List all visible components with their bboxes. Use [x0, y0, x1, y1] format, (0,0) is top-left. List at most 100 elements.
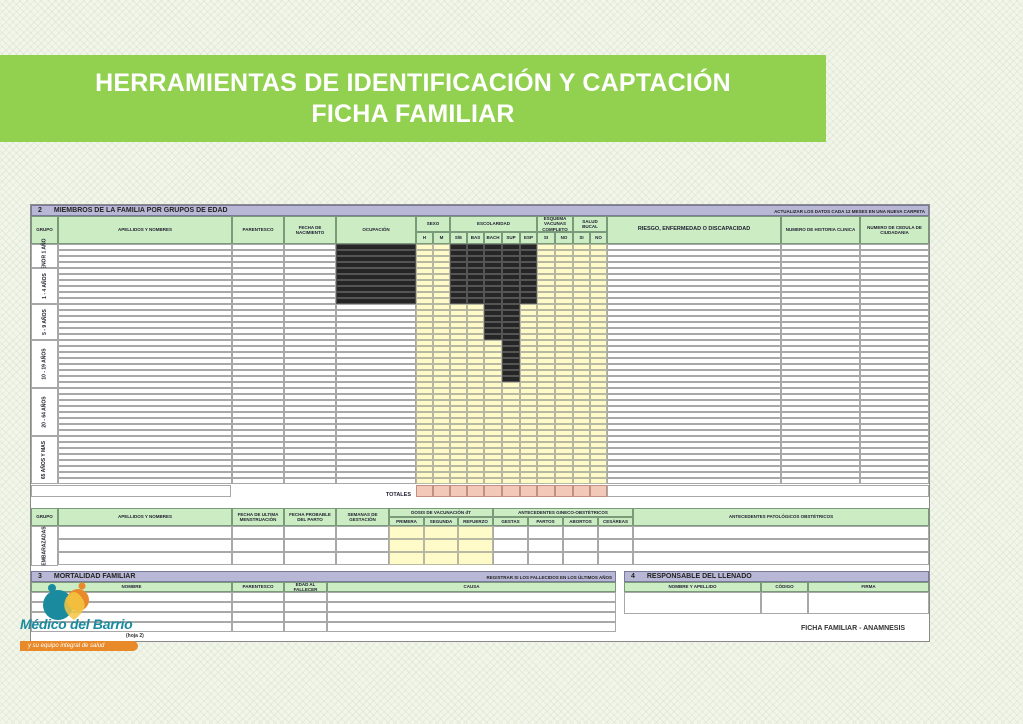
check-cell[interactable]	[450, 478, 467, 484]
subheader-10: NO	[590, 232, 607, 244]
mortalidad-cell[interactable]	[284, 592, 327, 602]
check-cell[interactable]	[502, 478, 520, 484]
emb-dosis-cell[interactable]	[424, 526, 458, 539]
emb-cell[interactable]	[232, 539, 284, 552]
emb-gineco-cell[interactable]	[598, 539, 633, 552]
mortalidad-cell[interactable]	[232, 622, 284, 632]
section-2-note: ACTUALIZAR LOS DATOS CADA 12 MESES EN UN…	[774, 209, 925, 214]
emb-cell[interactable]	[336, 526, 389, 539]
emb-gineco-cell[interactable]	[493, 526, 528, 539]
emb-dosis-cell[interactable]	[458, 526, 493, 539]
section-3-title: MORTALIDAD FAMILIAR	[53, 573, 136, 580]
emb-dosis-cell[interactable]	[389, 552, 424, 565]
emb-gineco-cell[interactable]	[598, 526, 633, 539]
emb-cell[interactable]	[336, 552, 389, 565]
header-salud-bucal: SALUD BUCAL	[573, 216, 607, 232]
emb-dosis-sub-1: SEGUNDA	[424, 517, 458, 526]
header-fecha-nacimiento: FECHA DE NACIMIENTO	[284, 216, 336, 244]
total-cell[interactable]	[520, 485, 537, 497]
member-cell[interactable]	[781, 478, 860, 484]
mortalidad-cell[interactable]	[327, 602, 616, 612]
mortalidad-cell[interactable]	[327, 612, 616, 622]
total-cell[interactable]	[502, 485, 520, 497]
member-cell[interactable]	[58, 478, 232, 484]
header-cedula: NUMERO DE CEDULA DE CIUDADANIA	[860, 216, 929, 244]
title-banner: HERRAMIENTAS DE IDENTIFICACIÓN Y CAPTACI…	[0, 55, 826, 142]
emb-dosis-cell[interactable]	[389, 539, 424, 552]
check-cell[interactable]	[573, 478, 590, 484]
emb-cell[interactable]	[58, 539, 232, 552]
check-cell[interactable]	[537, 478, 555, 484]
emb-gineco-cell[interactable]	[563, 526, 598, 539]
check-cell[interactable]	[520, 478, 537, 484]
total-cell[interactable]	[590, 485, 607, 497]
mortalidad-cell[interactable]	[232, 612, 284, 622]
emb-gineco-sub-0: GESTAS	[493, 517, 528, 526]
emb-patologicos-cell[interactable]	[633, 552, 929, 565]
emb-gineco-cell[interactable]	[563, 539, 598, 552]
s4-nombre-cell[interactable]	[624, 592, 761, 614]
section-2-number: 2	[38, 207, 42, 214]
mortalidad-cell[interactable]	[232, 592, 284, 602]
total-cell[interactable]	[484, 485, 502, 497]
total-cell[interactable]	[537, 485, 555, 497]
emb-gineco-cell[interactable]	[493, 552, 528, 565]
emb-gineco-cell[interactable]	[528, 526, 563, 539]
check-cell[interactable]	[555, 478, 573, 484]
check-cell[interactable]	[433, 478, 450, 484]
group-label-2: 5 - 9 AÑOS	[31, 304, 58, 340]
emb-patologicos-cell[interactable]	[633, 539, 929, 552]
emb-cell[interactable]	[232, 526, 284, 539]
emb-dosis-cell[interactable]	[424, 552, 458, 565]
emb-dosis-cell[interactable]	[458, 552, 493, 565]
logo-head-teal-icon	[48, 584, 56, 592]
total-cell[interactable]	[467, 485, 484, 497]
mortalidad-cell[interactable]	[327, 592, 616, 602]
emb-dosis-cell[interactable]	[458, 539, 493, 552]
emb-cell[interactable]	[336, 539, 389, 552]
total-cell[interactable]	[433, 485, 450, 497]
member-cell[interactable]	[336, 478, 416, 484]
emb-patologicos-cell[interactable]	[633, 526, 929, 539]
emb-dosis-cell[interactable]	[389, 526, 424, 539]
s4-firma-cell[interactable]	[808, 592, 929, 614]
total-cell[interactable]	[555, 485, 573, 497]
emb-gineco-cell[interactable]	[528, 552, 563, 565]
emb-cell[interactable]	[284, 539, 336, 552]
emb-gineco-cell[interactable]	[598, 552, 633, 565]
subheader-6: ESP	[520, 232, 537, 244]
emb-header-apellidos: APELLIDOS Y NOMBRES	[58, 508, 232, 526]
check-cell[interactable]	[590, 478, 607, 484]
header-parentesco: PARENTESCO	[232, 216, 284, 244]
s3-header-parentesco: PARENTESCO	[232, 582, 284, 592]
member-cell[interactable]	[284, 478, 336, 484]
emb-gineco-cell[interactable]	[493, 539, 528, 552]
emb-dosis-cell[interactable]	[424, 539, 458, 552]
emb-cell[interactable]	[58, 552, 232, 565]
emb-cell[interactable]	[284, 552, 336, 565]
emb-group-label: EMBARAZADAS	[31, 526, 58, 566]
member-cell[interactable]	[232, 478, 284, 484]
mortalidad-cell[interactable]	[284, 622, 327, 632]
member-cell[interactable]	[607, 478, 781, 484]
check-cell[interactable]	[484, 478, 502, 484]
emb-gineco-sub-1: PARTOS	[528, 517, 563, 526]
total-cell[interactable]	[416, 485, 433, 497]
mortalidad-cell[interactable]	[232, 602, 284, 612]
total-cell[interactable]	[450, 485, 467, 497]
total-cell[interactable]	[573, 485, 590, 497]
emb-gineco-cell[interactable]	[563, 552, 598, 565]
mortalidad-cell[interactable]	[327, 622, 616, 632]
s4-codigo-cell[interactable]	[761, 592, 808, 614]
emb-gineco-cell[interactable]	[528, 539, 563, 552]
emb-cell[interactable]	[232, 552, 284, 565]
mortalidad-cell[interactable]	[284, 612, 327, 622]
check-cell[interactable]	[467, 478, 484, 484]
emb-cell[interactable]	[58, 526, 232, 539]
check-cell[interactable]	[416, 478, 433, 484]
member-cell[interactable]	[860, 478, 929, 484]
s4-header-firma: FIRMA	[808, 582, 929, 592]
mortalidad-cell[interactable]	[284, 602, 327, 612]
emb-cell[interactable]	[284, 526, 336, 539]
section-4-number: 4	[631, 573, 635, 580]
